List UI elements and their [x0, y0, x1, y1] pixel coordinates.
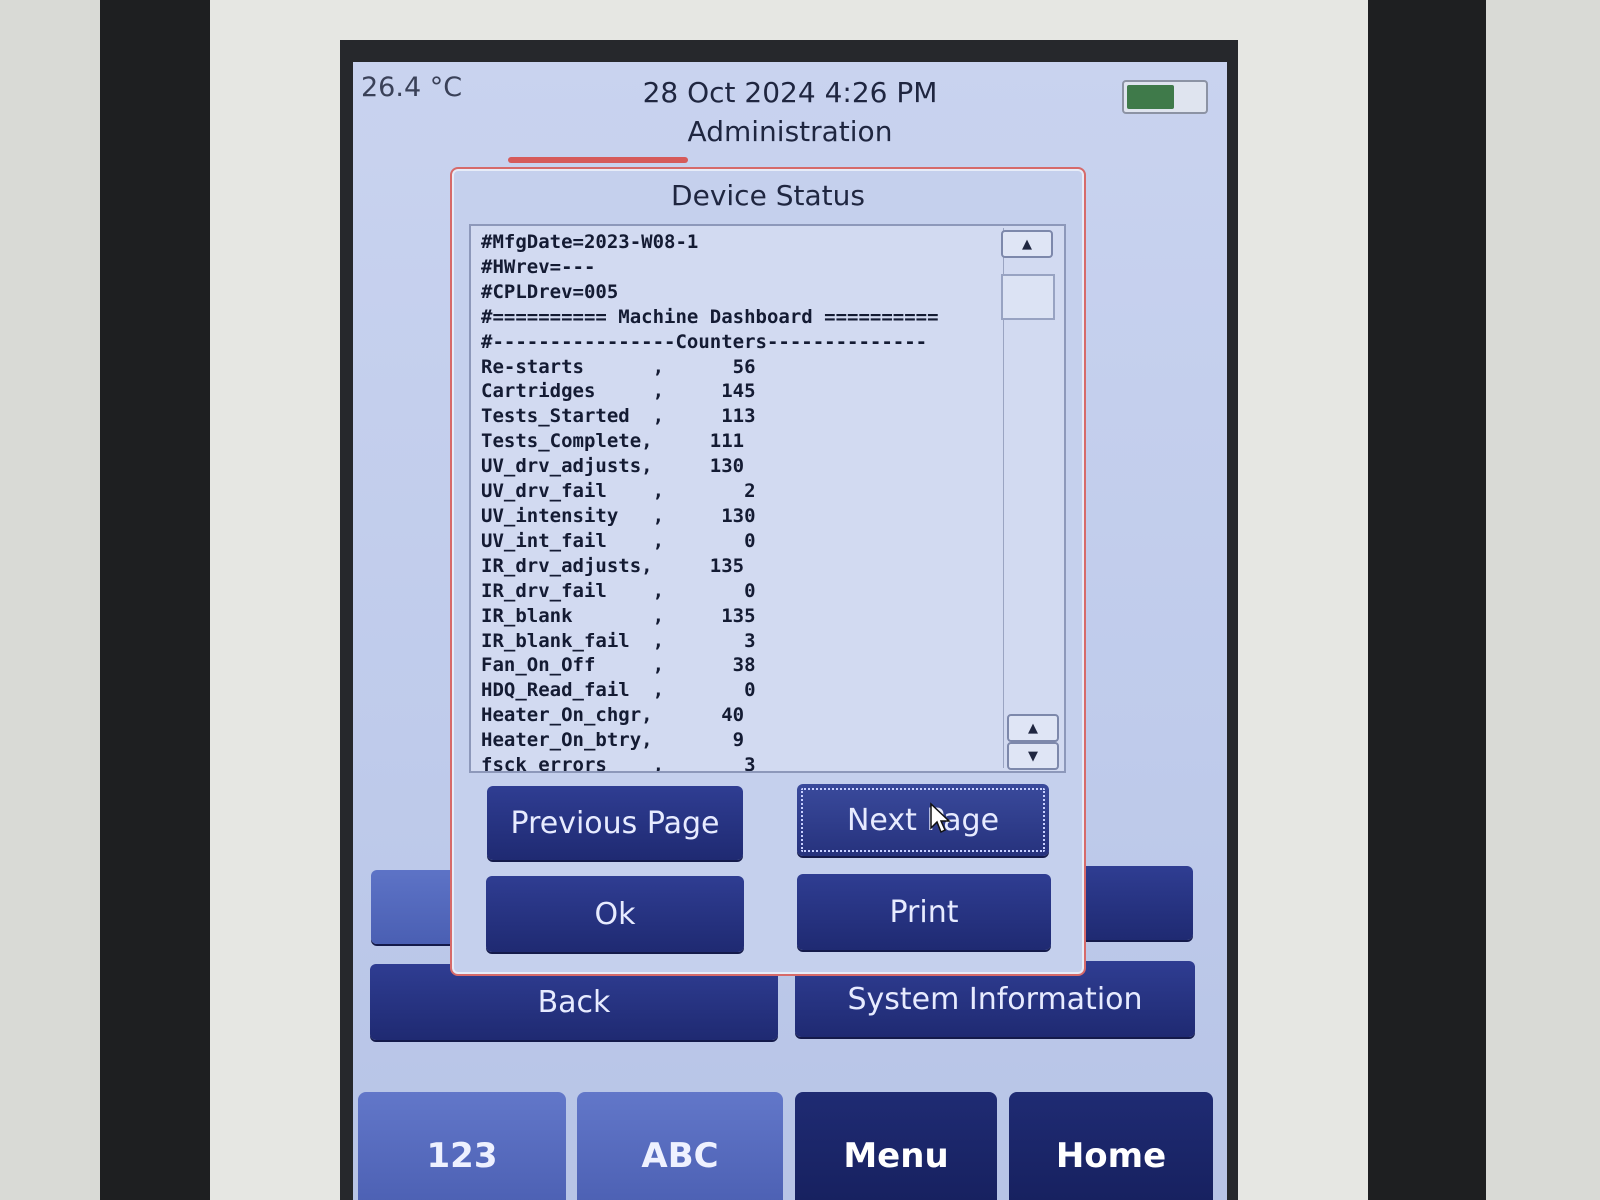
status-text-lines: #MfgDate=2023-W08-1 #HWrev=--- #CPLDrev=00… [481, 230, 939, 773]
status-line: Heater_On_chgr, 40 [481, 704, 745, 727]
page-title: Administration [687, 115, 893, 148]
scrollbar-thumb[interactable] [1001, 274, 1055, 320]
status-line: fsck_errors , 3 [481, 754, 756, 773]
home-key[interactable]: Home [1009, 1092, 1213, 1200]
print-button[interactable]: Print [797, 874, 1051, 950]
status-line: IR_blank , 135 [481, 604, 756, 627]
status-text-panel[interactable]: #MfgDate=2023-W08-1 #HWrev=--- #CPLDrev=00… [469, 224, 1066, 773]
scroll-up-arrow-icon[interactable]: ▲ [1007, 714, 1059, 742]
scroll-up-top-icon[interactable]: ▲ [1001, 230, 1053, 258]
status-line: IR_blank_fail , 3 [481, 629, 756, 652]
datetime-readout: 28 Oct 2024 4:26 PM [642, 76, 938, 109]
touch-screen: 26.4 °C 28 Oct 2024 4:26 PM Administrati… [353, 62, 1227, 1200]
device-bezel-right [1368, 0, 1486, 1200]
status-line: #CPLDrev=005 [481, 280, 619, 303]
status-line: Cartridges , 145 [481, 380, 756, 403]
mouse-pointer-icon [930, 802, 951, 834]
status-line: IR_drv_adjusts, 135 [481, 554, 745, 577]
status-line: Tests_Complete, 111 [481, 430, 745, 453]
status-line: Re-starts , 56 [481, 355, 756, 378]
status-line: Fan_On_Off , 38 [481, 654, 756, 677]
status-line: HDQ_Read_fail , 0 [481, 679, 756, 702]
status-line: UV_intensity , 130 [481, 504, 756, 527]
status-line: #HWrev=--- [481, 255, 596, 278]
status-line: #----------------Counters-------------- [481, 330, 928, 353]
next-page-label: Next Page [846, 802, 1000, 838]
status-line: Heater_On_btry, 9 [481, 729, 745, 752]
battery-icon [1122, 80, 1208, 114]
alpha-keypad-key[interactable]: ABC [577, 1092, 783, 1200]
previous-page-button[interactable]: Previous Page [487, 786, 743, 860]
device-bezel-left [100, 0, 210, 1200]
dialog-tab-accent [508, 157, 688, 163]
status-line: UV_int_fail , 0 [481, 529, 756, 552]
device-status-dialog: Device Status #MfgDate=2023-W08-1 #HWrev=… [450, 167, 1086, 976]
ok-button[interactable]: Ok [486, 876, 744, 952]
scroll-down-arrow-icon[interactable]: ▼ [1007, 742, 1059, 770]
dialog-title: Device Status [671, 179, 865, 212]
next-page-button[interactable]: Next Page [797, 784, 1049, 856]
status-line: IR_drv_fail , 0 [481, 579, 756, 602]
status-line: UV_drv_adjusts, 130 [481, 455, 745, 478]
battery-level-fill [1127, 85, 1174, 109]
status-line: Tests_Started , 113 [481, 405, 756, 428]
numeric-keypad-key[interactable]: 123 [358, 1092, 566, 1200]
status-line: UV_drv_fail , 2 [481, 480, 756, 503]
menu-key[interactable]: Menu [795, 1092, 997, 1200]
status-line: #MfgDate=2023-W08-1 [481, 231, 699, 253]
status-line: #========== Machine Dashboard ========== [481, 305, 939, 328]
